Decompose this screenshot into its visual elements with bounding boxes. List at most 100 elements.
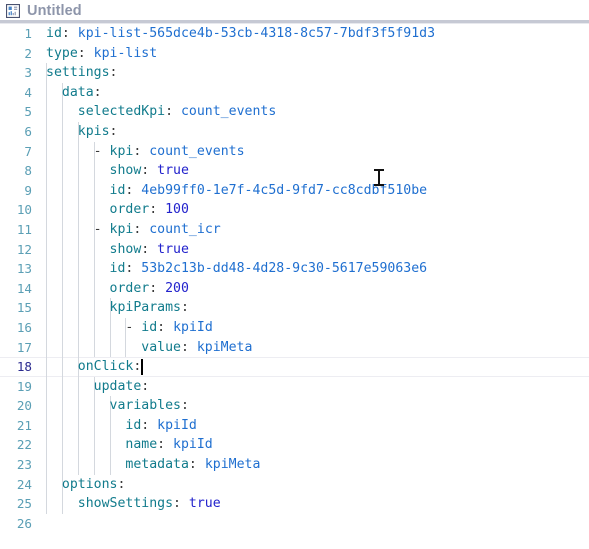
token-key: selectedKpi <box>77 104 166 120</box>
code-line-text[interactable]: type: kpi-list <box>46 44 157 64</box>
code-line[interactable]: 22 name: kpiId <box>0 435 589 456</box>
code-line-text[interactable]: settings: <box>46 63 117 83</box>
code-line-text[interactable]: order: 100 <box>110 200 189 220</box>
code-line-text[interactable]: name: kpiId <box>125 435 212 455</box>
code-line-text[interactable]: id: kpiId <box>125 416 196 436</box>
code-line-text[interactable]: data: <box>62 83 102 103</box>
code-line[interactable]: 4 data: <box>0 82 589 103</box>
code-line[interactable]: 8 show: true <box>0 161 589 181</box>
line-number: 16 <box>16 319 32 335</box>
code-line[interactable]: 2 type: kpi-list <box>0 44 589 64</box>
token-val: kpiId <box>165 437 213 453</box>
token-val: count_icr <box>141 221 221 237</box>
token-val: kpiId <box>149 417 197 433</box>
code-line[interactable]: 25 showSettings: true <box>0 494 589 514</box>
code-line[interactable]: 17 value: kpiMeta <box>0 337 589 358</box>
code-line[interactable]: 21 id: kpiId <box>0 415 589 436</box>
code-line-text[interactable]: id: 4eb99ff0-1e7f-4c5d-9fd7-cc8cdbf510be <box>110 181 428 201</box>
code-line-text[interactable]: variables: <box>110 396 189 416</box>
indent-guide <box>46 219 47 240</box>
indent-guide <box>46 317 47 338</box>
code-line-text[interactable]: show: true <box>110 240 189 260</box>
code-line[interactable]: 24 options: <box>0 474 589 495</box>
token-val: kpiId <box>165 319 213 335</box>
line-number: 15 <box>16 300 32 316</box>
indent-guide <box>61 278 63 299</box>
token-dash: - <box>93 143 110 159</box>
code-line-text[interactable]: options: <box>62 475 126 495</box>
token-key: kpis <box>77 123 110 139</box>
code-line[interactable]: 11 - kpi: count_icr <box>0 219 589 240</box>
code-line[interactable]: 14 order: 200 <box>0 278 589 299</box>
code-line-text[interactable]: showSettings: true <box>78 494 221 514</box>
code-line[interactable]: 10 order: 100 <box>0 200 589 220</box>
indent-guide <box>93 396 95 416</box>
token-key: show <box>109 163 142 179</box>
token-bool: true <box>149 163 189 179</box>
code-line-text[interactable]: metadata: kpiMeta <box>125 455 260 475</box>
token-bool: 200 <box>157 280 189 296</box>
code-line-text[interactable]: - kpi: count_events <box>94 142 245 162</box>
code-line[interactable]: 3 settings: <box>0 63 589 83</box>
token-punc: : <box>93 84 102 100</box>
code-line-text[interactable]: kpis: <box>78 122 118 142</box>
code-line-text[interactable]: id: kpi-list-565dce4b-53cb-4318-8c57-7bd… <box>46 24 435 44</box>
code-line[interactable]: 16 - id: kpiId <box>0 317 589 338</box>
code-line-text[interactable]: order: 200 <box>110 279 189 299</box>
line-number: 8 <box>24 163 32 179</box>
code-line[interactable]: 23 metadata: kpiMeta <box>0 455 589 475</box>
code-line-text[interactable]: - id: kpiId <box>125 318 212 338</box>
code-line-text[interactable]: onClick: <box>78 357 142 377</box>
indent-guide <box>77 376 79 397</box>
token-key: id <box>109 261 126 277</box>
code-line[interactable]: 20 variables: <box>0 396 589 416</box>
indent-guide <box>46 180 47 201</box>
code-line[interactable]: 9 id: 4eb99ff0-1e7f-4c5d-9fd7-cc8cdbf510b… <box>0 180 589 201</box>
code-line[interactable]: 1 id: kpi-list-565dce4b-53cb-4318-8c57-7b… <box>0 24 589 44</box>
line-number: 5 <box>24 104 32 120</box>
editor-header: Untitled <box>0 0 589 20</box>
code-line[interactable]: 7 - kpi: count_events <box>0 141 589 162</box>
code-line-text[interactable]: kpiParams: <box>110 298 189 318</box>
code-line[interactable]: 12 show: true <box>0 239 589 260</box>
token-val: 4eb99ff0-1e7f-4c5d-9fd7-cc8cdbf510be <box>133 182 428 198</box>
code-line-text[interactable]: - kpi: count_icr <box>94 220 221 240</box>
code-line[interactable]: 26 <box>0 514 589 534</box>
token-punc: : <box>77 45 86 61</box>
code-line-text[interactable]: show: true <box>110 161 189 181</box>
line-number: 22 <box>16 437 32 453</box>
code-line[interactable]: 5 selectedKpi: count_events <box>0 102 589 122</box>
line-number: 10 <box>16 202 32 218</box>
indent-guide <box>77 278 79 299</box>
token-key: show <box>109 241 142 257</box>
line-number: 14 <box>16 280 32 296</box>
code-line-text[interactable]: value: kpiMeta <box>141 338 252 358</box>
yaml-code-editor[interactable]: 1 id: kpi-list-565dce4b-53cb-4318-8c57-7b… <box>0 24 589 549</box>
token-punc: : <box>180 300 189 316</box>
indent-guide <box>61 141 63 162</box>
indent-guide <box>46 376 47 397</box>
line-number: 20 <box>16 398 32 414</box>
line-number: 9 <box>24 182 32 198</box>
token-key: update <box>93 378 142 394</box>
indent-guide <box>109 455 111 475</box>
indent-guide <box>46 200 47 220</box>
code-line[interactable]: 19 update: <box>0 376 589 397</box>
token-punc: : <box>180 398 189 414</box>
code-line[interactable]: 15 kpiParams: <box>0 298 589 318</box>
indent-guide <box>93 200 95 220</box>
indent-guide <box>77 141 79 162</box>
indent-guide <box>93 259 95 279</box>
token-punc: : <box>173 496 181 512</box>
code-lines-container[interactable]: 1 id: kpi-list-565dce4b-53cb-4318-8c57-7b… <box>0 24 589 533</box>
indent-guide <box>61 396 63 416</box>
code-line-text[interactable]: id: 53b2c13b-dd48-4d28-9c30-5617e59063e6 <box>110 259 428 279</box>
code-line-text[interactable]: selectedKpi: count_events <box>78 102 277 122</box>
code-line[interactable]: 6 kpis: <box>0 121 589 142</box>
indent-guide <box>46 82 47 103</box>
code-line[interactable]: 18 onClick: <box>0 357 589 377</box>
code-line[interactable]: 13 id: 53b2c13b-dd48-4d28-9c30-5617e59063… <box>0 259 589 279</box>
code-line-text[interactable]: update: <box>94 377 150 397</box>
indent-guide <box>109 317 111 338</box>
indent-guide <box>46 102 47 122</box>
